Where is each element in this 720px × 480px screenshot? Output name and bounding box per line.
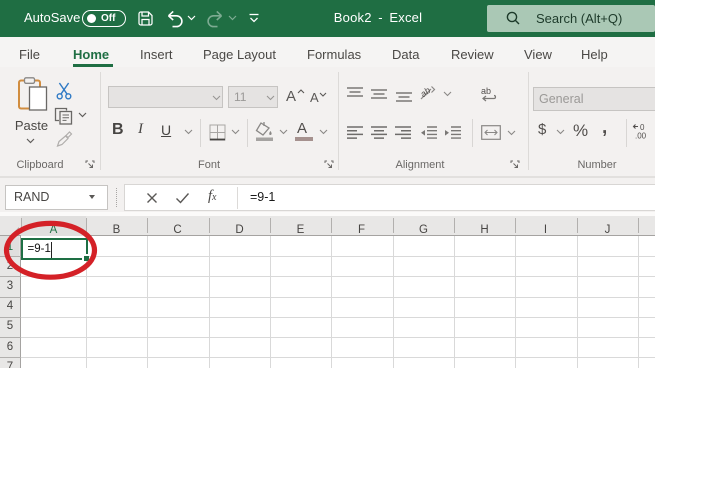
svg-text:.00: .00 bbox=[635, 132, 647, 141]
svg-text:ab: ab bbox=[419, 85, 432, 99]
svg-text:ab: ab bbox=[481, 86, 491, 96]
